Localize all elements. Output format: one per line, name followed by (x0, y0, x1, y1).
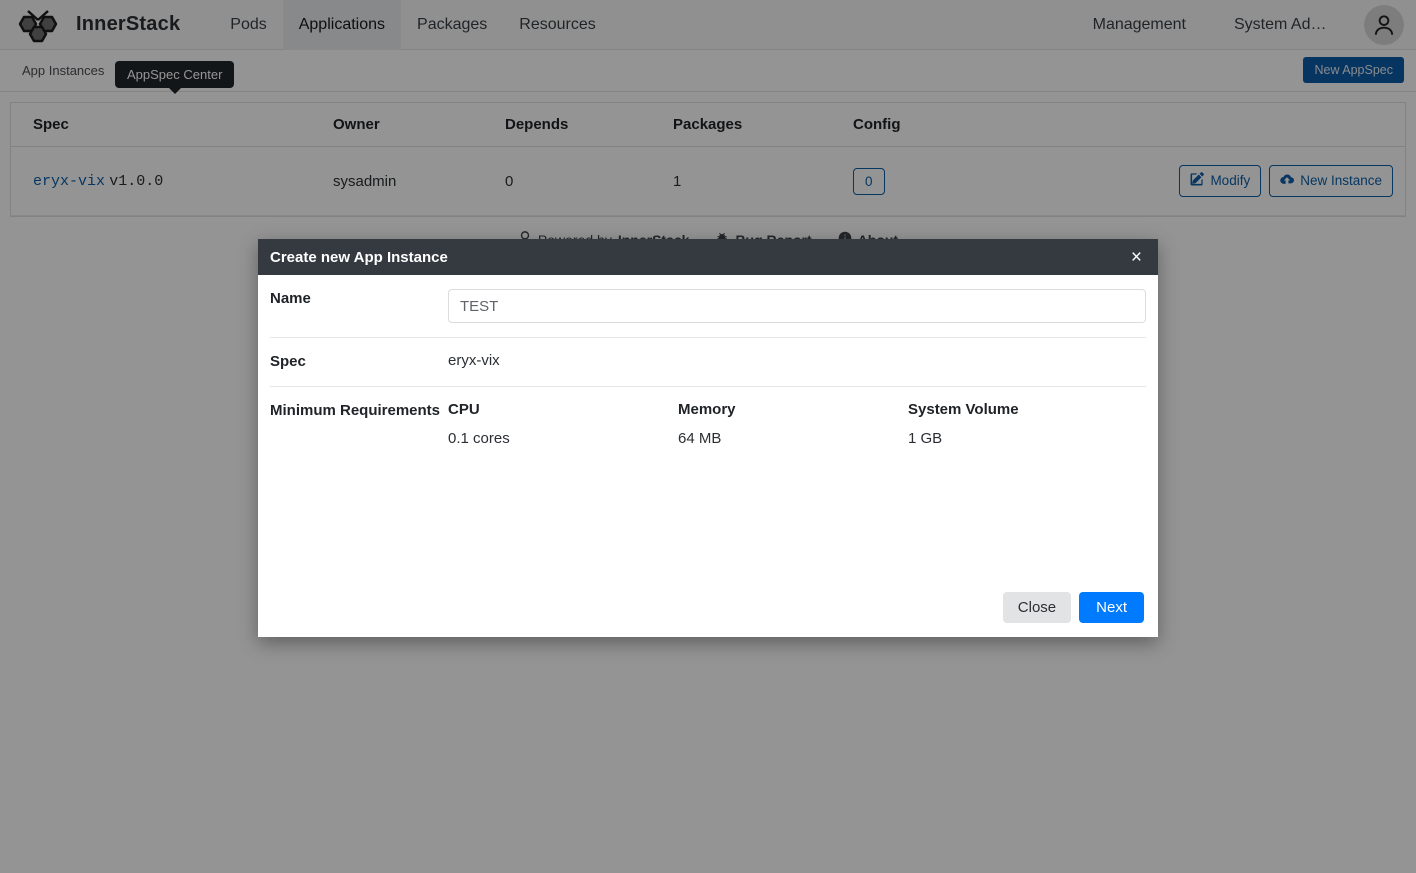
modal-footer: Close Next (258, 582, 1158, 637)
requirement-system-volume-label: System Volume (908, 401, 1019, 419)
modal-title: Create new App Instance (270, 248, 448, 266)
modal-body: Name Spec eryx-vix Minimum Requirements … (258, 275, 1158, 582)
close-icon[interactable]: × (1129, 248, 1144, 267)
requirements-grid: CPU 0.1 cores Memory 64 MB System Volume… (448, 401, 1146, 447)
next-button[interactable]: Next (1079, 592, 1144, 623)
requirement-cpu: CPU 0.1 cores (448, 401, 678, 447)
requirement-cpu-label: CPU (448, 401, 480, 419)
minimum-requirements-label: Minimum Requirements (270, 402, 441, 420)
requirement-system-volume: System Volume 1 GB (908, 401, 1019, 447)
name-input[interactable] (448, 289, 1146, 323)
name-label: Name (270, 290, 311, 307)
spec-value: eryx-vix (448, 352, 500, 369)
create-app-instance-modal: Create new App Instance × Name Spec eryx… (258, 239, 1158, 637)
requirement-memory-label: Memory (678, 401, 736, 419)
requirement-memory: Memory 64 MB (678, 401, 908, 447)
modal-header: Create new App Instance × (258, 239, 1158, 275)
spec-label: Spec (270, 353, 306, 370)
requirement-memory-value: 64 MB (678, 430, 722, 448)
field-row-spec: Spec eryx-vix (270, 338, 1146, 388)
field-row-name: Name (270, 275, 1146, 338)
requirement-system-volume-value: 1 GB (908, 430, 943, 448)
field-row-minimum-requirements: Minimum Requirements CPU 0.1 cores Memor… (270, 387, 1146, 461)
requirement-cpu-value: 0.1 cores (448, 430, 510, 448)
close-button[interactable]: Close (1002, 592, 1072, 623)
